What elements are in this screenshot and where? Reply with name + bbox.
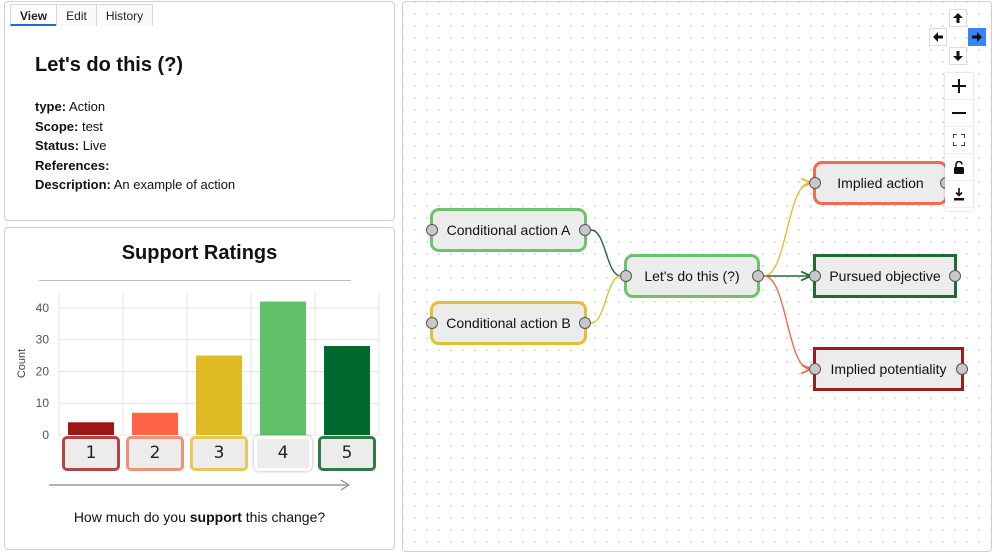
support-ratings-panel: Support Ratings 0 10 20 30 40 Count 1 2 3 4 5…	[4, 227, 395, 550]
target-handle[interactable]	[620, 270, 632, 282]
field-value: An example of action	[113, 177, 236, 192]
ratings-question: How much do you support this change?	[5, 509, 394, 525]
node-info-panel: View Edit History Let's do this (?) type…	[4, 1, 395, 221]
node-conditional-action-b[interactable]: Conditional action B	[426, 301, 591, 345]
y-tick-label: 30	[36, 333, 50, 347]
node-title: Let's do this (?)	[35, 54, 184, 76]
field-description: Description: An example of action	[35, 175, 235, 195]
node-pursued-objective[interactable]: Pursued objective	[809, 254, 961, 298]
pan-right-button[interactable]	[968, 28, 986, 46]
node-label: Implied potentiality	[830, 361, 947, 377]
target-handle[interactable]	[809, 270, 821, 282]
ratings-chart: 0 10 20 30 40 Count	[16, 292, 380, 491]
node-fields: type: Action Scope: test Status: Live Re…	[35, 97, 235, 195]
question-emphasis: support	[189, 509, 242, 525]
field-label: References:	[35, 157, 110, 173]
y-tick-label: 40	[36, 301, 50, 315]
plus-icon	[952, 79, 966, 93]
node-label: Pursued objective	[829, 268, 941, 284]
field-value: test	[81, 118, 103, 134]
y-tick-label: 20	[36, 364, 50, 378]
field-label: Status:	[35, 138, 80, 153]
node-conditional-action-a[interactable]: Conditional action A	[426, 208, 591, 252]
target-handle[interactable]	[426, 317, 438, 329]
tab-history[interactable]: History	[95, 4, 154, 26]
y-tick-label: 0	[42, 428, 49, 442]
right-arrow-icon	[972, 32, 982, 42]
zoom-out-button[interactable]	[945, 100, 973, 127]
tab-view[interactable]: View	[10, 4, 58, 26]
target-handle[interactable]	[809, 363, 821, 375]
rating-button-4[interactable]: 4	[254, 436, 312, 471]
bar-3	[196, 355, 242, 435]
node-implied-action[interactable]: Implied action	[809, 161, 952, 205]
source-handle[interactable]	[752, 270, 764, 282]
rating-button-2[interactable]: 2	[126, 436, 184, 471]
target-handle[interactable]	[809, 177, 821, 189]
field-status: Status: Live	[35, 136, 235, 156]
node-label: Conditional action A	[446, 222, 571, 238]
pan-left-button[interactable]	[929, 28, 947, 46]
field-references: References:	[35, 156, 235, 176]
rating-button-5[interactable]: 5	[318, 436, 376, 471]
download-button[interactable]	[945, 181, 973, 208]
minus-icon	[952, 112, 966, 114]
source-handle[interactable]	[949, 270, 961, 282]
target-handle[interactable]	[426, 224, 438, 236]
source-handle[interactable]	[579, 224, 591, 236]
field-label: Description:	[35, 177, 111, 192]
pan-down-button[interactable]	[949, 47, 967, 65]
zoom-controls	[945, 73, 973, 211]
tab-bar: View Edit History	[10, 4, 154, 26]
node-implied-potentiality[interactable]: Implied potentiality	[809, 347, 968, 391]
edge-main-to-implied-action	[763, 183, 810, 277]
y-tick-label: 10	[36, 396, 50, 410]
bar-1	[68, 422, 114, 435]
field-label: type:	[35, 99, 67, 114]
edge-cond-a-to-main	[590, 229, 622, 277]
up-arrow-icon	[953, 13, 963, 23]
graph-canvas[interactable]: Conditional action A Conditional action …	[402, 1, 992, 552]
field-value: Action	[68, 99, 106, 114]
field-value: Live	[82, 138, 107, 153]
field-scope: Scope: test	[35, 117, 235, 137]
source-handle[interactable]	[579, 317, 591, 329]
rating-button-3[interactable]: 3	[190, 436, 248, 471]
lock-icon	[954, 160, 964, 174]
fit-view-icon	[953, 134, 965, 146]
tab-edit[interactable]: Edit	[56, 4, 97, 26]
y-axis-label: Count	[16, 349, 28, 378]
node-label: Conditional action B	[446, 315, 571, 331]
node-lets-do-this[interactable]: Let's do this (?)	[620, 254, 764, 298]
bar-5	[324, 346, 370, 435]
pan-up-button[interactable]	[949, 9, 967, 27]
left-arrow-icon	[933, 32, 943, 42]
question-text: this change?	[241, 509, 326, 525]
down-arrow-icon	[953, 51, 963, 61]
bar-2	[132, 412, 178, 435]
rating-button-1[interactable]: 1	[62, 436, 120, 471]
question-text: How much do you	[73, 509, 190, 525]
lock-button[interactable]	[945, 154, 973, 181]
edge-cond-b-to-main	[590, 275, 622, 324]
field-type: type: Action	[35, 97, 235, 117]
field-label: Scope:	[35, 118, 79, 134]
download-icon	[954, 187, 964, 200]
fit-view-button[interactable]	[945, 127, 973, 154]
node-label: Implied action	[837, 175, 924, 191]
node-label: Let's do this (?)	[644, 268, 740, 284]
edge-main-to-potentiality	[763, 275, 810, 369]
bar-4	[260, 301, 306, 435]
source-handle[interactable]	[956, 363, 968, 375]
zoom-in-button[interactable]	[945, 73, 973, 100]
